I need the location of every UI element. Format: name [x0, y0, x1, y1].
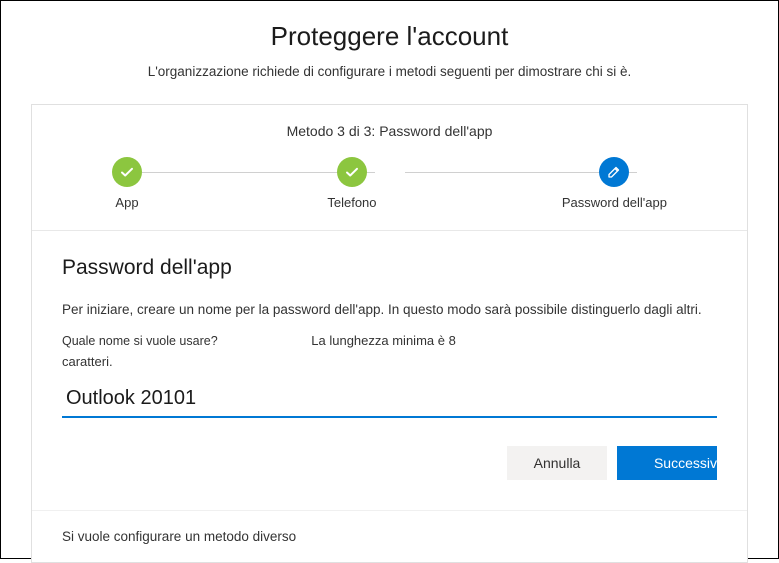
step-app: App: [112, 157, 142, 210]
next-button[interactable]: Successiv: [617, 446, 717, 480]
page-subtitle: L'organizzazione richiede di configurare…: [31, 64, 748, 79]
instruction-text: Per iniziare, creare un nome per la pass…: [62, 302, 717, 317]
step-label: App: [115, 195, 138, 210]
page-title: Proteggere l'account: [31, 21, 748, 52]
step-phone: Telefono: [327, 157, 376, 210]
hint-row: Quale nome si vuole usare? La lunghezza …: [62, 331, 717, 373]
check-icon: [337, 157, 367, 187]
hint-suffix: caratteri.: [62, 352, 717, 373]
alt-method-link[interactable]: Si vuole configurare un metodo diverso: [32, 510, 747, 562]
stepper: App Telefono Password dell'app: [32, 157, 747, 231]
stepper-caption: Metodo 3 di 3: Password dell'app: [32, 105, 747, 157]
button-row: Annulla Successiv: [62, 446, 717, 480]
check-icon: [112, 157, 142, 187]
setup-card: Metodo 3 di 3: Password dell'app App Tel…: [31, 104, 748, 563]
cancel-button[interactable]: Annulla: [507, 446, 607, 480]
app-password-name-input[interactable]: [62, 383, 717, 418]
content-area: Password dell'app Per iniziare, creare u…: [32, 231, 747, 500]
hint-length: La lunghezza minima è 8: [311, 331, 456, 352]
hint-question: Quale nome si vuole usare?: [62, 331, 218, 351]
section-title: Password dell'app: [62, 256, 717, 280]
step-label: Password dell'app: [562, 195, 667, 210]
step-app-password: Password dell'app: [562, 157, 667, 210]
step-label: Telefono: [327, 195, 376, 210]
pencil-icon: [599, 157, 629, 187]
